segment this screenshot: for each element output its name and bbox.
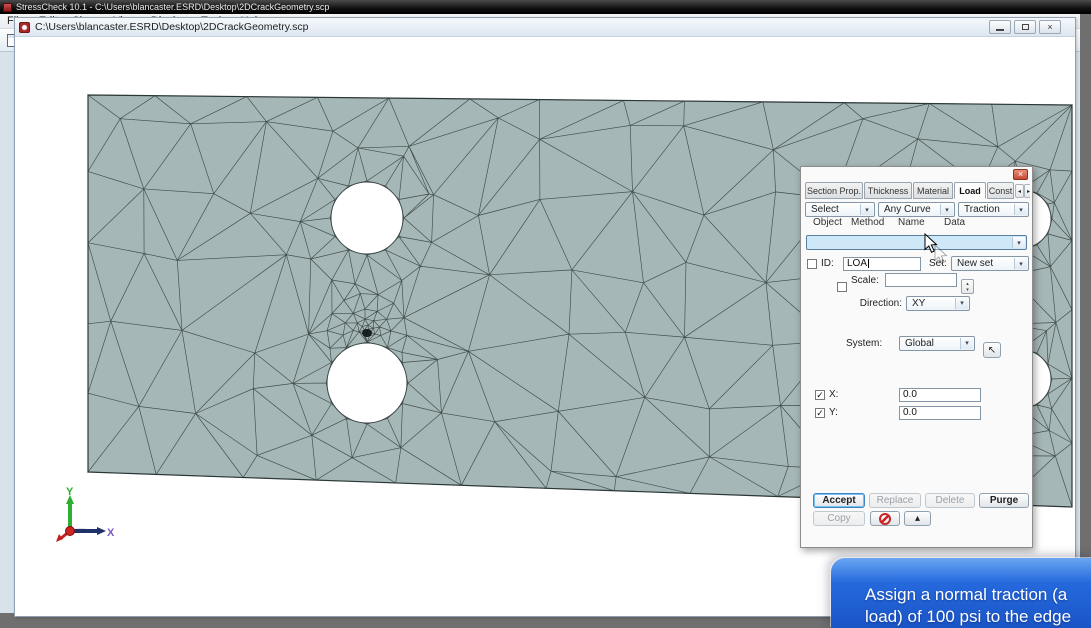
callout-line2: load) of 100 psi to the edge [831,606,1091,628]
tab-material[interactable]: Material [913,182,953,199]
accept-button[interactable]: Accept [813,493,865,508]
direction-label: Direction: [856,298,902,309]
tab-thickness[interactable]: Thickness [864,182,912,199]
delete-button[interactable]: Delete [925,493,975,508]
close-icon: × [1047,23,1052,32]
select-mode-combo[interactable]: Select ▾ [805,202,875,217]
chevron-down-icon: ▾ [955,298,968,309]
chevron-down-icon: ▾ [940,204,953,215]
system-pick-button[interactable]: ↖ [983,342,1001,358]
spin-down-icon: ▾ [966,287,969,293]
tab-load[interactable]: Load [954,182,986,199]
direction-combo[interactable]: XY ▾ [906,296,970,311]
tab-scroll-left[interactable]: ◂ [1015,184,1024,198]
y-axis-label: Y [66,487,74,498]
mouse-cursor-ghost [934,244,950,266]
x-component-label: X: [829,389,838,400]
arrow-left-icon: ◂ [1018,188,1021,195]
app-icon [3,3,12,12]
no-entry-icon [879,513,891,525]
scale-spinner[interactable]: ▴ ▾ [961,279,974,294]
check-icon: ✓ [816,408,824,418]
dialog-close-button[interactable]: × [1013,169,1028,180]
column-name: Name [898,217,925,228]
load-type-combo[interactable]: Traction ▾ [958,202,1029,217]
tutorial-callout: Assign a normal traction (a load) of 100… [831,558,1091,628]
load-assignment-dialog: × Section Prop. Thickness Material Load … [800,166,1033,548]
purge-button[interactable]: Purge [979,493,1029,508]
close-icon: × [1018,169,1023,179]
document-icon [19,22,30,33]
collapse-button[interactable]: ▴ [904,511,931,526]
system-label: System: [846,338,882,349]
window-controls: × [989,20,1061,34]
dialog-tabstrip: Section Prop. Thickness Material Load Co… [805,182,1030,200]
pick-cursor-icon: ↖ [988,345,996,356]
scale-checkbox[interactable] [837,282,847,292]
app-titlebar: StressCheck 10.1 - C:\Users\blancaster.E… [0,0,1091,14]
callout-line1: Assign a normal traction (a [831,584,1091,606]
x-value-input[interactable]: 0.0 [899,388,981,402]
text-caret [868,259,869,268]
tab-constraint[interactable]: Const [987,182,1014,199]
assignment-list-combo[interactable]: ▾ [806,235,1027,250]
column-method: Method [851,217,884,228]
chevron-down-icon: ▾ [1012,237,1025,248]
chevron-down-icon: ▾ [960,338,973,349]
replace-button[interactable]: Replace [869,493,921,508]
tab-section-prop[interactable]: Section Prop. [805,182,863,199]
check-icon: ✓ [816,390,824,400]
x-checkbox[interactable]: ✓ [815,390,825,400]
restore-icon [1022,24,1029,30]
y-value-input[interactable]: 0.0 [899,406,981,420]
chevron-down-icon: ▾ [1014,204,1027,215]
scale-input[interactable] [885,273,957,287]
tab-scroll-right[interactable]: ▸ [1024,184,1030,198]
close-button[interactable]: × [1039,20,1061,34]
chevron-down-icon: ▾ [860,204,873,215]
id-input[interactable]: LOA [843,257,921,271]
document-title: C:\Users\blancaster.ESRD\Desktop\2DCrack… [35,21,308,33]
app-title: StressCheck 10.1 - C:\Users\blancaster.E… [16,2,329,12]
column-data: Data [944,217,965,228]
set-combo[interactable]: New set ▾ [951,256,1029,271]
system-combo[interactable]: Global ▾ [899,336,975,351]
minimize-button[interactable] [989,20,1011,34]
entity-combo[interactable]: Any Curve ▾ [878,202,955,217]
column-object: Object [813,217,842,228]
coordinate-triad: Y X [48,487,114,547]
id-label: ID: [821,258,834,269]
scale-label: Scale: [851,275,879,286]
id-checkbox[interactable] [807,259,817,269]
copy-button[interactable]: Copy [813,511,865,526]
restore-button[interactable] [1014,20,1036,34]
minimize-icon [996,29,1004,31]
chevron-down-icon: ▾ [1014,258,1027,269]
document-titlebar[interactable]: C:\Users\blancaster.ESRD\Desktop\2DCrack… [15,18,1075,37]
cancel-selection-button[interactable] [870,511,900,526]
arrow-up-icon: ▴ [915,513,920,524]
y-component-label: Y: [829,407,838,418]
x-axis-label: X [107,527,114,539]
arrow-right-icon: ▸ [1027,188,1030,195]
y-checkbox[interactable]: ✓ [815,408,825,418]
